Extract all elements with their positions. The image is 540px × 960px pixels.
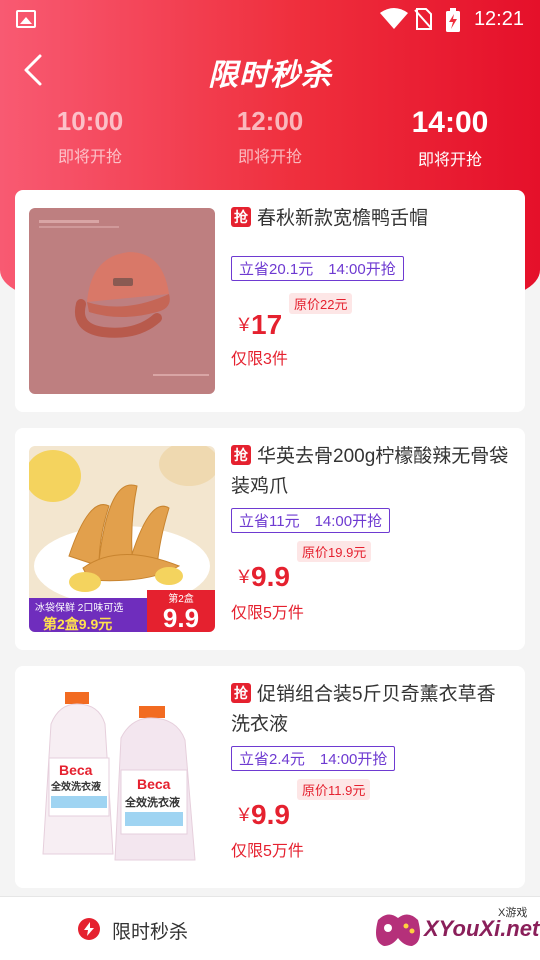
status-bar: 12:21 [0, 0, 540, 38]
gallery-icon [16, 10, 36, 28]
promo-banner-left: 冰袋保鲜 2口味可选 第2盒9.9元 [29, 598, 147, 632]
product-title: 春秋新款宽檐鸭舌帽 [257, 208, 429, 229]
watermark-text: XYouXi.net [424, 916, 540, 941]
stock-limit: 仅限3件 [231, 351, 288, 368]
sale-price: 9.9 [251, 561, 290, 592]
bottle-brand-1: Beca [59, 762, 93, 778]
product-info: 抢春秋新款宽檐鸭舌帽 立省20.1元 14:00开抢 ￥ 17 原价22元 仅限… [231, 204, 513, 369]
product-name: 抢华英去骨200g柠檬酸辣无骨袋装鸡爪 [231, 442, 513, 502]
tab-status: 即将开抢 [57, 149, 122, 166]
product-card[interactable]: 抢春秋新款宽檐鸭舌帽 立省20.1元 14:00开抢 ￥ 17 原价22元 仅限… [15, 190, 525, 412]
save-tag: 立省2.4元 14:00开抢 [231, 746, 396, 771]
price-row: ￥ 17 原价22元 [231, 293, 513, 340]
time-tabs: 10:00 即将开抢 12:00 即将开抢 14:00 即将开抢 [0, 106, 540, 176]
tab-time: 12:00 [236, 106, 304, 136]
product-title: 华英去骨200g柠檬酸辣无骨袋装鸡爪 [231, 446, 509, 497]
price-row: ￥ 9.9 原价11.9元 [231, 779, 513, 830]
product-image-detergent: Beca 全效洗衣液 Beca 全效洗衣液 [29, 684, 215, 870]
status-time: 12:21 [473, 8, 524, 30]
promo-badge-right: 第2盒 9.9 [147, 590, 215, 632]
promo-badge-big: 9.9 [162, 603, 200, 632]
wifi-icon [380, 8, 408, 29]
no-sim-icon [414, 8, 432, 30]
promo-text: 冰袋保鲜 2口味可选 [35, 603, 124, 614]
product-image-chicken-feet: 冰袋保鲜 2口味可选 第2盒9.9元 第2盒 9.9 [29, 446, 215, 632]
tab-14-00[interactable]: 14:00 即将开抢 [375, 106, 525, 170]
save-tag: 立省20.1元 14:00开抢 [231, 256, 404, 281]
product-name: 抢促销组合装5斤贝奇薰衣草香洗衣液 [231, 680, 513, 740]
product-card[interactable]: 冰袋保鲜 2口味可选 第2盒9.9元 第2盒 9.9 抢华英去骨200g柠檬酸辣… [15, 428, 525, 650]
product-name: 抢春秋新款宽檐鸭舌帽 [231, 204, 513, 234]
stock-limit: 仅限5万件 [231, 605, 304, 622]
product-card[interactable]: Beca 全效洗衣液 Beca 全效洗衣液 抢促销组合装5斤贝奇薰衣草香洗衣液 … [15, 666, 525, 888]
product-info: 抢促销组合装5斤贝奇薰衣草香洗衣液 立省2.4元 14:00开抢 ￥ 9.9 原… [231, 680, 513, 861]
header: 限时秒杀 [0, 38, 540, 102]
original-price: 原价22元 [289, 293, 353, 314]
bottle-label-2: 全效洗衣液 [125, 797, 180, 809]
bottom-nav-flash-sale[interactable]: 限时秒杀 [112, 917, 188, 944]
promo-text-2: 第2盒9.9元 [43, 616, 113, 632]
product-title: 促销组合装5斤贝奇薰衣草香洗衣液 [231, 684, 496, 735]
detergent-illustration [42, 692, 196, 861]
page-title: 限时秒杀 [208, 59, 332, 92]
grab-badge: 抢 [231, 445, 251, 465]
price-row: ￥ 9.9 原价19.9元 [231, 541, 513, 592]
bottle-brand-2: Beca [137, 776, 171, 792]
original-price: 原价19.9元 [297, 541, 372, 562]
cap-illustration [39, 220, 209, 376]
tab-time: 10:00 [56, 106, 124, 136]
product-info: 抢华英去骨200g柠檬酸辣无骨袋装鸡爪 立省11元 14:00开抢 ￥ 9.9 … [231, 442, 513, 623]
tab-12-00[interactable]: 12:00 即将开抢 [195, 106, 345, 167]
product-image-cap [29, 208, 215, 394]
sale-price: 17 [251, 309, 283, 340]
gamepad-logo-icon [376, 914, 420, 946]
stock-limit: 仅限5万件 [231, 843, 304, 860]
tab-status: 即将开抢 [417, 152, 482, 169]
save-tag: 立省11元 14:00开抢 [231, 508, 391, 533]
original-price: 原价11.9元 [297, 779, 371, 800]
tab-time: 14:00 [411, 106, 489, 139]
grab-badge: 抢 [231, 683, 251, 703]
grab-badge: 抢 [231, 207, 251, 227]
tab-10-00[interactable]: 10:00 即将开抢 [15, 106, 165, 167]
tab-status: 即将开抢 [237, 149, 302, 166]
watermark: X游戏 XYouXi.net [372, 900, 540, 960]
flash-sale-icon[interactable] [78, 918, 100, 940]
battery-charging-icon [446, 8, 460, 32]
sale-price: 9.9 [251, 799, 290, 830]
bottle-label-1: 全效洗衣液 [51, 782, 101, 793]
